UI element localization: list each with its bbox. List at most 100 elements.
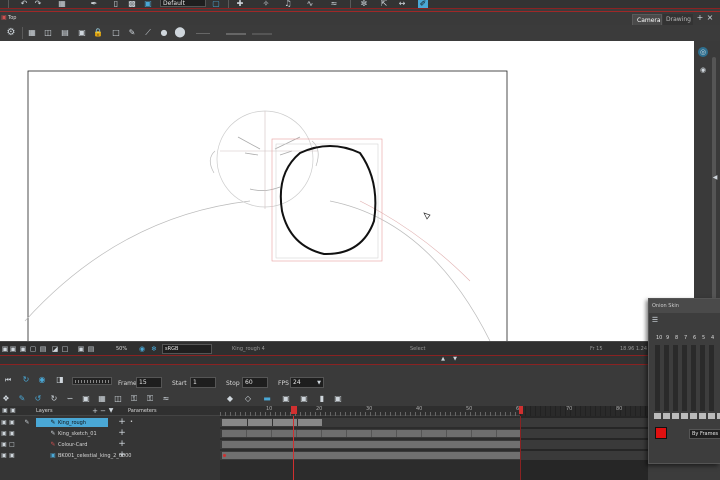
onion-slider[interactable] [700,345,705,411]
key-next-icon[interactable]: ⚿ [146,394,154,403]
layer-visible-icon[interactable]: ▣ [1,419,7,426]
flip-icon[interactable]: ▢ [30,345,37,353]
shade-icon[interactable]: □ [62,345,69,353]
layer-row[interactable]: ▣ ▣ ▣ BK001_celestial_king_2_0000 + [0,451,220,460]
tl-clear-icon[interactable]: ◇ [244,394,252,403]
layer-add-param-icon[interactable]: + [118,451,126,460]
grid-toggle-icon[interactable]: ▦ [28,28,36,38]
tl-zoom-icon[interactable]: ▬ [262,394,272,403]
morph-icon[interactable]: ✧ [262,0,270,7]
rotate-view-icon[interactable]: ▣ [20,345,27,353]
menu-icon[interactable]: ☰ [652,317,658,324]
onion-slider[interactable] [709,345,714,411]
redo-icon[interactable]: ↷ [34,0,42,7]
layer-visible-icon[interactable]: ▣ [1,430,7,437]
onion-color-swatch[interactable] [655,427,667,439]
tl-tag-icon[interactable]: ▮ [318,394,326,403]
preset-select[interactable]: Default [160,0,206,7]
lock-icon[interactable]: 🔒 [93,28,103,38]
collapse-down-icon[interactable]: ▼ [452,356,458,362]
layer-lock-icon[interactable]: ▣ [9,419,15,426]
track-king-sketch[interactable] [220,429,648,438]
layer-add-param-icon[interactable]: + [118,418,126,427]
camera-mask-icon[interactable]: ▣ [78,28,86,38]
image-icon[interactable]: ▤ [40,345,47,353]
tl-marker-icon[interactable]: ▣ [282,394,290,403]
add-keyframe-icon[interactable]: ❖ [2,394,10,403]
onion-skin-titlebar[interactable]: Onion Skin [649,299,720,313]
layer-lock-icon[interactable]: ▣ [9,430,15,437]
navigator-icon[interactable]: ◎ [698,47,708,57]
scene-end-marker[interactable] [519,406,523,414]
tween-icon[interactable]: ≈ [162,394,170,403]
exposure-block[interactable] [222,430,520,437]
music-icon[interactable]: ♫ [284,0,292,7]
layer-row[interactable]: ▣ ▣ ✎ King_sketch_01 + [0,429,220,438]
tl-layer-icon[interactable]: ▣ [334,394,342,403]
undo-icon[interactable]: ↶ [20,0,28,7]
file-icon[interactable]: ▯ [112,0,120,7]
add-drawing-icon[interactable]: ✎ [18,394,26,403]
panel-splitter[interactable]: ▲ ▼ [0,356,720,364]
light-table-icon[interactable]: □ [112,28,120,38]
remove-layer-icon[interactable]: − [100,407,106,415]
select-mode-icon[interactable]: ▢ [212,0,220,7]
layer-visible-icon[interactable]: ▣ [1,452,7,459]
eraser-icon[interactable]: ● [160,28,168,38]
start-field[interactable]: 1 [190,377,216,388]
safe-area-icon[interactable]: ▤ [60,28,70,38]
export-icon[interactable]: ◫ [114,394,122,403]
reset-view-icon[interactable]: ▣ [2,345,9,353]
onion-slider[interactable] [691,345,696,411]
motion-icon[interactable]: ↺ [34,394,42,403]
first-frame-icon[interactable]: ⏮ [4,376,12,384]
frame-field[interactable]: 15 [136,377,162,388]
layer-row[interactable]: ▣ ▣ ✎ ✎ King_rough + • [0,418,220,427]
scrub-icon[interactable]: ◨ [56,376,64,384]
track-king-rough[interactable] [220,418,648,427]
eye-icon[interactable]: ◉ [698,65,708,75]
stop-motion-icon[interactable]: ↻ [50,394,58,403]
gear-icon[interactable]: ⚙ [6,28,16,38]
add-tab-icon[interactable]: + [696,14,704,22]
wave-icon[interactable]: ≈ [330,0,338,7]
onion-slider[interactable] [682,345,687,411]
mask-icon[interactable]: ◪ [52,345,59,353]
transform-icon[interactable]: ✚ [236,0,244,7]
resize-icon[interactable]: ⇱ [380,0,388,7]
tl-key-icon[interactable]: ◆ [226,394,234,403]
safe-icon[interactable]: ▤ [88,345,95,353]
ease-icon[interactable]: ∽ [66,394,74,403]
onion-slider[interactable] [664,345,669,411]
timeline-tracks[interactable] [220,416,648,480]
arrows-icon[interactable]: ↔ [398,0,406,7]
save-icon[interactable]: ▩ [128,0,136,7]
playback-speed-slider[interactable] [72,377,112,385]
layer-add-param-icon[interactable]: + [118,429,126,438]
camera-view-icon[interactable]: ▣ [144,0,152,7]
film-icon[interactable]: ▦ [98,394,106,403]
exposure-block[interactable] [222,452,520,459]
loop-icon[interactable]: ↻ [22,376,30,384]
grid-icon[interactable]: ▦ [58,0,66,7]
color-wheel-icon[interactable]: ◉ [138,345,146,353]
expand-arrow-icon[interactable]: ◀ [712,173,718,183]
vertical-scrollbar[interactable] [712,57,716,319]
layer-edit-icon[interactable]: ✎ [24,419,30,426]
layer-options-icon[interactable]: ▼ [108,407,114,415]
collapse-up-icon[interactable]: ▲ [440,356,446,362]
curve-icon[interactable]: ∿ [306,0,314,7]
layer-lock-icon[interactable]: □ [9,441,15,448]
color-space-select[interactable]: sRGB [162,344,212,354]
zoom-level[interactable]: 50% [116,346,127,352]
tl-extend-icon[interactable]: ▣ [300,394,308,403]
snowflake-icon[interactable]: ❄ [150,345,158,353]
onion-slider[interactable] [673,345,678,411]
track-colour-card[interactable] [220,440,648,449]
canvas-area[interactable] [0,41,694,341]
tilt-icon[interactable]: ▣ [78,345,85,353]
track-background[interactable] [220,451,648,460]
stop-field[interactable]: 60 [242,377,268,388]
layer-lock-icon[interactable]: ▣ [9,452,15,459]
layer-row[interactable]: ▣ □ ✎ Colour-Card + [0,440,220,449]
